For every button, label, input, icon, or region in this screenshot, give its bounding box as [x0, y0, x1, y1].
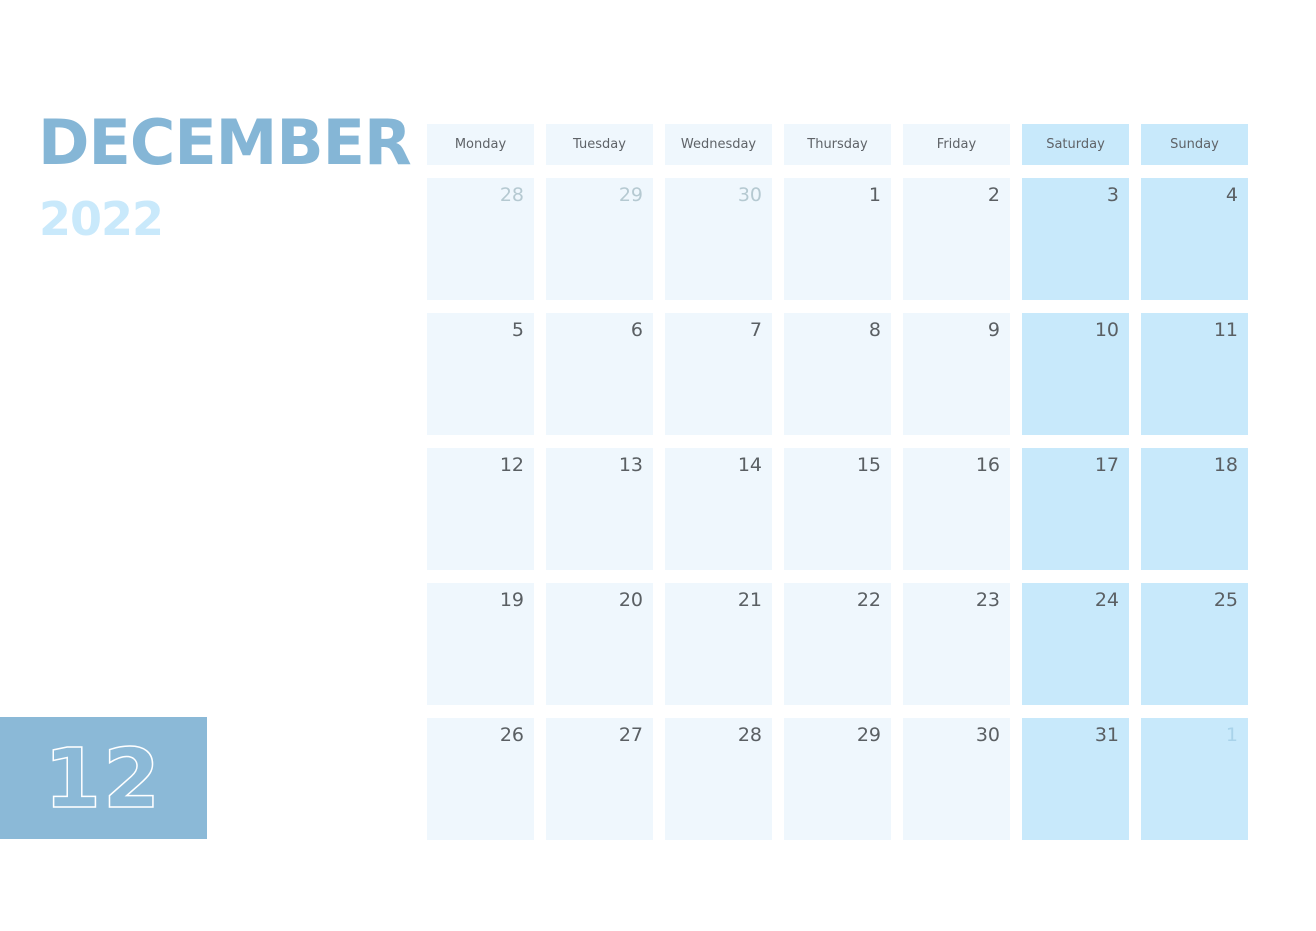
day-cell[interactable]: 12 [427, 448, 534, 570]
day-cell[interactable]: 6 [546, 313, 653, 435]
day-number: 19 [499, 589, 524, 611]
day-cell[interactable]: 30 [903, 718, 1010, 840]
day-number: 21 [737, 589, 762, 611]
day-cell[interactable]: 27 [546, 718, 653, 840]
day-cell[interactable]: 7 [665, 313, 772, 435]
day-number: 31 [1094, 724, 1119, 746]
day-number: 28 [499, 184, 524, 206]
day-cell[interactable]: 3 [1022, 178, 1129, 300]
day-cell[interactable]: 16 [903, 448, 1010, 570]
month-number-block: 12 [0, 717, 207, 839]
day-number: 26 [499, 724, 524, 746]
weekday-header-saturday: Saturday [1022, 124, 1129, 165]
day-cell[interactable]: 28 [665, 718, 772, 840]
day-cell[interactable]: 5 [427, 313, 534, 435]
day-number: 11 [1213, 319, 1238, 341]
day-number: 1 [1225, 724, 1238, 746]
day-number: 17 [1094, 454, 1119, 476]
day-number: 10 [1094, 319, 1119, 341]
weekday-header-tuesday: Tuesday [546, 124, 653, 165]
day-cell[interactable]: 26 [427, 718, 534, 840]
day-number: 24 [1094, 589, 1119, 611]
day-number: 13 [618, 454, 643, 476]
day-cell[interactable]: 24 [1022, 583, 1129, 705]
weekday-header-wednesday: Wednesday [665, 124, 772, 165]
day-number: 20 [618, 589, 643, 611]
day-cell[interactable]: 21 [665, 583, 772, 705]
day-cell[interactable]: 31 [1022, 718, 1129, 840]
day-cell[interactable]: 10 [1022, 313, 1129, 435]
header-gap [427, 165, 1248, 178]
day-cell[interactable]: 1 [784, 178, 891, 300]
day-number: 30 [737, 184, 762, 206]
day-number: 27 [618, 724, 643, 746]
day-number: 5 [511, 319, 524, 341]
day-number: 7 [749, 319, 762, 341]
day-cell[interactable]: 25 [1141, 583, 1248, 705]
day-number: 12 [499, 454, 524, 476]
day-number: 18 [1213, 454, 1238, 476]
month-title: DECEMBER [38, 106, 412, 179]
month-number: 12 [43, 732, 163, 827]
day-number: 29 [618, 184, 643, 206]
day-number: 14 [737, 454, 762, 476]
weekday-header-monday: Monday [427, 124, 534, 165]
day-cell[interactable]: 29 [784, 718, 891, 840]
year-title: 2022 [39, 192, 164, 246]
day-cell[interactable]: 1 [1141, 718, 1248, 840]
day-number: 28 [737, 724, 762, 746]
day-cell[interactable]: 17 [1022, 448, 1129, 570]
day-cell[interactable]: 15 [784, 448, 891, 570]
day-number: 8 [868, 319, 881, 341]
day-cell[interactable]: 8 [784, 313, 891, 435]
day-number: 4 [1225, 184, 1238, 206]
day-cell[interactable]: 2 [903, 178, 1010, 300]
day-cell[interactable]: 28 [427, 178, 534, 300]
day-cell[interactable]: 29 [546, 178, 653, 300]
day-number: 15 [856, 454, 881, 476]
day-number: 3 [1106, 184, 1119, 206]
day-number: 6 [630, 319, 643, 341]
day-number: 29 [856, 724, 881, 746]
day-cell[interactable]: 13 [546, 448, 653, 570]
day-number: 22 [856, 589, 881, 611]
day-cell[interactable]: 22 [784, 583, 891, 705]
day-number: 1 [868, 184, 881, 206]
day-number: 16 [975, 454, 1000, 476]
day-cell[interactable]: 11 [1141, 313, 1248, 435]
day-number: 9 [987, 319, 1000, 341]
day-cell[interactable]: 9 [903, 313, 1010, 435]
day-number: 25 [1213, 589, 1238, 611]
day-cell[interactable]: 30 [665, 178, 772, 300]
day-number: 2 [987, 184, 1000, 206]
day-number: 30 [975, 724, 1000, 746]
weekday-header-thursday: Thursday [784, 124, 891, 165]
day-cell[interactable]: 4 [1141, 178, 1248, 300]
weekday-header-friday: Friday [903, 124, 1010, 165]
weekday-header-sunday: Sunday [1141, 124, 1248, 165]
day-cell[interactable]: 19 [427, 583, 534, 705]
day-number: 23 [975, 589, 1000, 611]
day-cell[interactable]: 14 [665, 448, 772, 570]
day-cell[interactable]: 18 [1141, 448, 1248, 570]
calendar-grid: Monday Tuesday Wednesday Thursday Friday Satu… [427, 124, 1248, 853]
day-cell[interactable]: 23 [903, 583, 1010, 705]
day-cell[interactable]: 20 [546, 583, 653, 705]
